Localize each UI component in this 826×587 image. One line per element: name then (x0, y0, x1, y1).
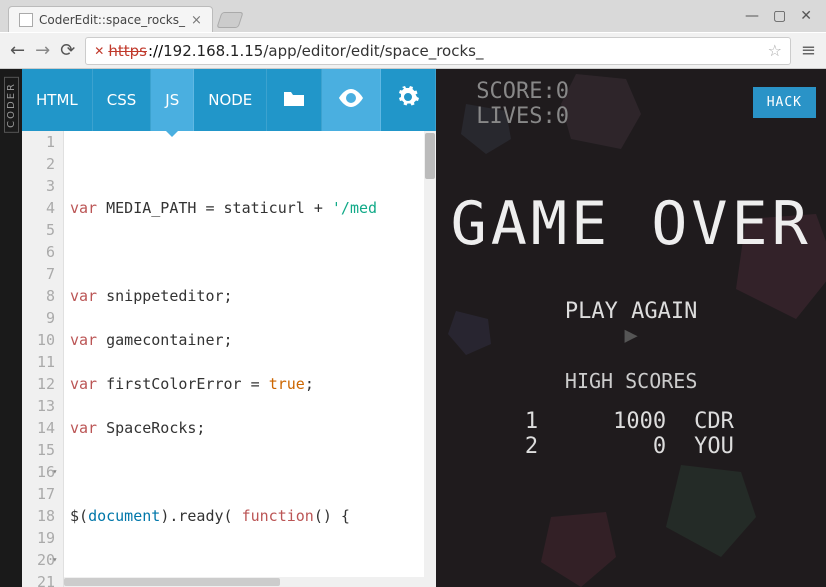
asteroid-icon (556, 69, 646, 159)
code-content[interactable]: var MEDIA_PATH = staticurl + '/med var s… (64, 131, 377, 587)
score-row: 2 0 YOU (508, 434, 754, 459)
high-scores-table: 1 1000 CDR 2 0 YOU (508, 409, 754, 459)
coder-rail-label: CODER (4, 77, 19, 133)
asteroid-icon (656, 457, 766, 567)
new-tab-button[interactable] (216, 12, 243, 28)
browser-chrome: CoderEdit::space_rocks_ × — ▢ ✕ ← → ⟳ ✕ … (0, 0, 826, 69)
close-tab-icon[interactable]: × (191, 13, 202, 28)
game-over-title: GAME OVER (436, 189, 826, 259)
tab-title: CoderEdit::space_rocks_ (39, 13, 185, 27)
url-host: 192.168.1.15 (163, 42, 263, 60)
folder-button[interactable] (267, 69, 322, 131)
favicon-icon (19, 13, 33, 27)
vertical-scrollbar[interactable] (424, 131, 436, 587)
settings-button[interactable] (381, 69, 436, 131)
reload-button[interactable]: ⟳ (60, 40, 75, 61)
tab-js[interactable]: JS (151, 69, 194, 131)
forward-button[interactable]: → (35, 40, 50, 61)
ssl-warning-icon: ✕ (94, 44, 104, 58)
window-minimize-button[interactable]: — (745, 8, 759, 24)
browser-tab[interactable]: CoderEdit::space_rocks_ × (8, 6, 213, 32)
preview-button[interactable] (322, 69, 381, 131)
high-scores-title: HIGH SCORES (436, 369, 826, 393)
hack-button[interactable]: HACK (753, 87, 816, 118)
window-maximize-button[interactable]: ▢ (773, 8, 786, 24)
code-editor[interactable]: 1 2 3 4 5 6 7 8 9 10 11 12 13 14 15 16 1… (22, 131, 436, 587)
browser-menu-button[interactable]: ≡ (801, 40, 816, 61)
coder-rail[interactable]: CODER (0, 69, 22, 587)
window-close-button[interactable]: ✕ (800, 8, 812, 24)
bookmark-star-icon[interactable]: ☆ (768, 41, 782, 60)
back-button[interactable]: ← (10, 40, 25, 61)
tab-css[interactable]: CSS (93, 69, 152, 131)
address-bar: ← → ⟳ ✕ https :// 192.168.1.15 /app/edit… (0, 32, 826, 68)
eye-icon (338, 88, 364, 113)
url-path: /app/editor/edit/space_rocks_ (263, 42, 483, 60)
game-preview: SCORE:0 LIVES:0 HACK GAME OVER PLAY AGAI… (436, 69, 826, 587)
url-input[interactable]: ✕ https :// 192.168.1.15 /app/editor/edi… (85, 37, 791, 65)
score-row: 1 1000 CDR (508, 409, 754, 434)
play-again-button[interactable]: PLAY AGAIN (436, 299, 826, 324)
tab-node[interactable]: NODE (194, 69, 267, 131)
url-scheme: https (108, 42, 147, 60)
editor-pane: HTML CSS JS NODE 1 (22, 69, 436, 587)
asteroid-icon (536, 507, 626, 587)
tab-html[interactable]: HTML (22, 69, 93, 131)
tab-bar: CoderEdit::space_rocks_ × — ▢ ✕ (0, 0, 826, 32)
editor-toolbar: HTML CSS JS NODE (22, 69, 436, 131)
window-controls: — ▢ ✕ (745, 8, 826, 32)
folder-icon (283, 88, 305, 113)
play-icon[interactable]: ▶ (625, 323, 638, 348)
game-hud: SCORE:0 LIVES:0 (476, 79, 569, 129)
line-gutter: 1 2 3 4 5 6 7 8 9 10 11 12 13 14 15 16 1… (22, 131, 64, 587)
gear-icon (397, 86, 419, 114)
app-body: CODER HTML CSS JS NODE (0, 69, 826, 587)
